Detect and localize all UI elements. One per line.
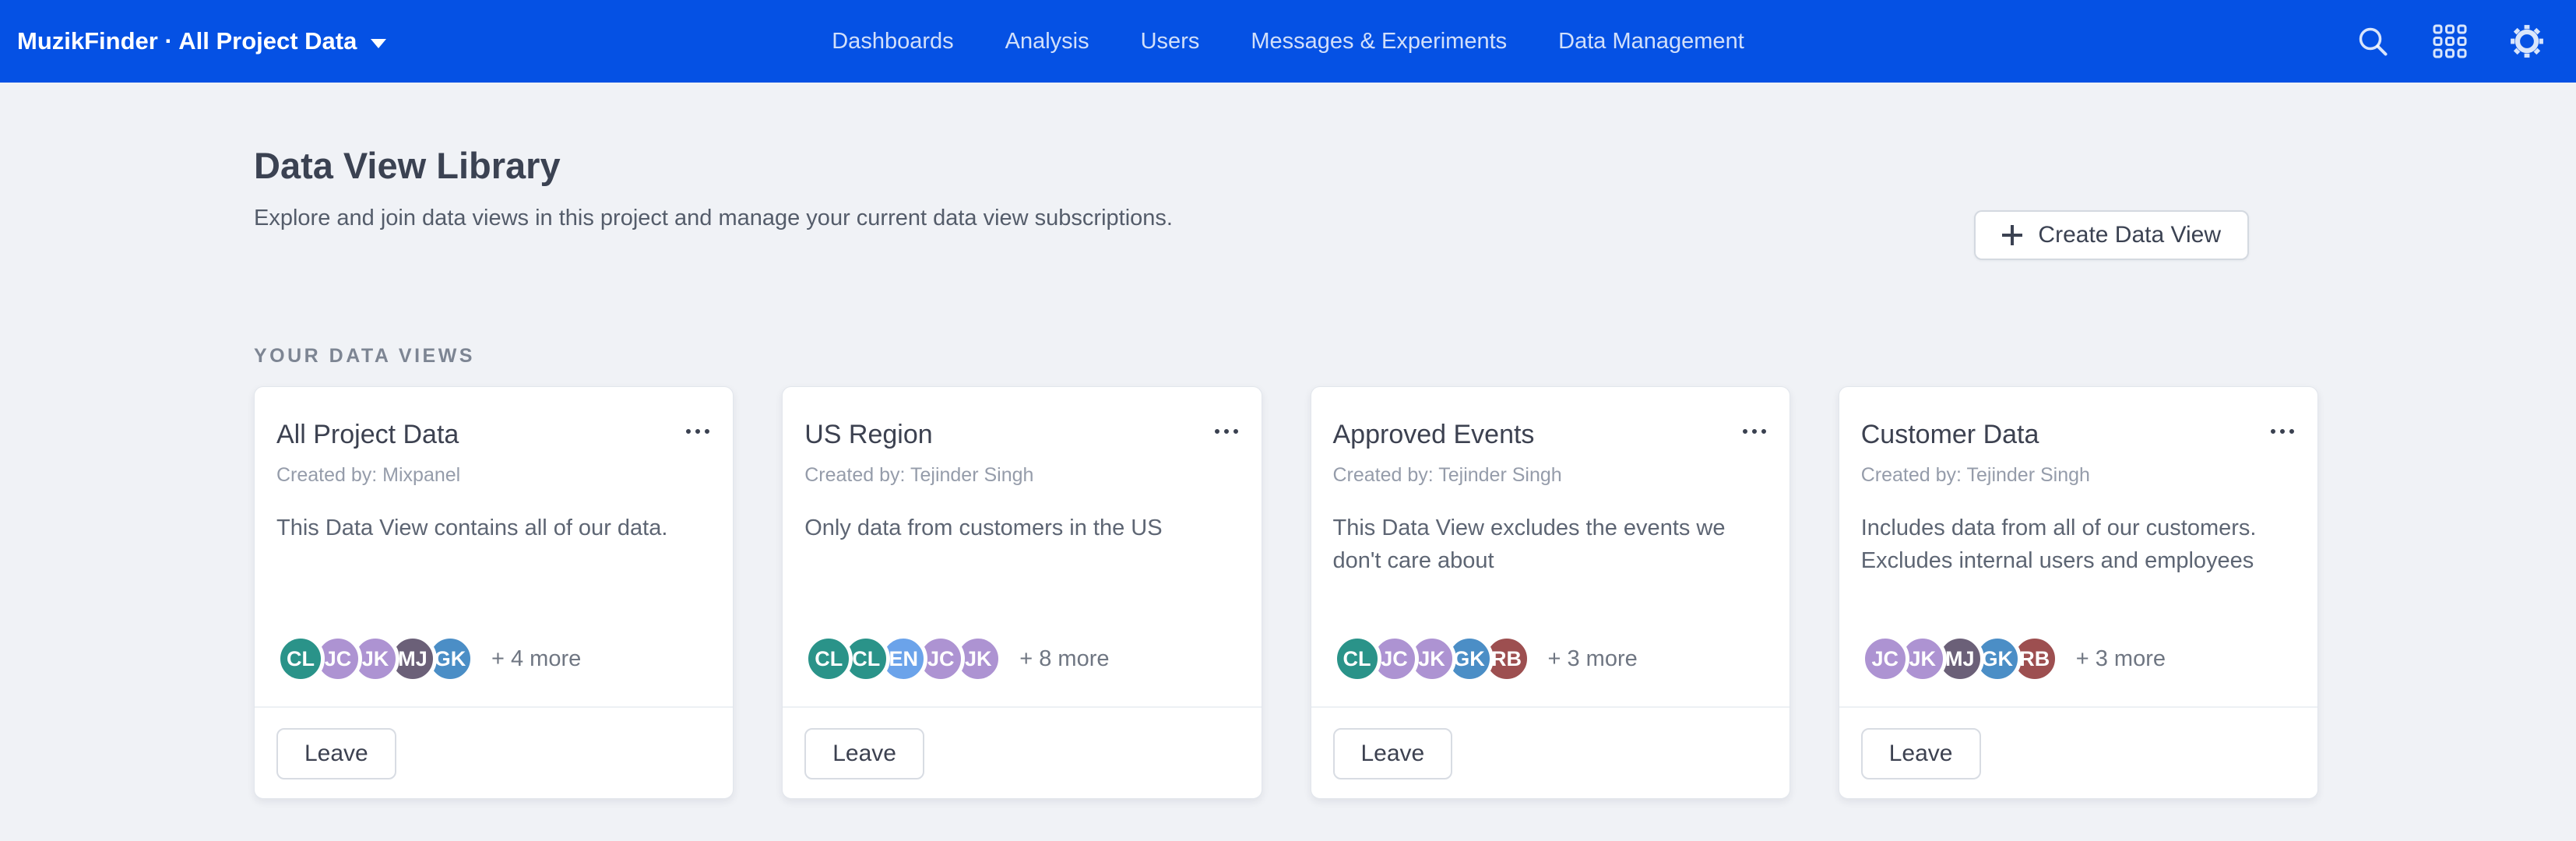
- card-description: This Data View contains all of our data.: [276, 512, 709, 544]
- card-header: Customer Data: [1861, 420, 2294, 450]
- avatar: CL: [1333, 635, 1381, 683]
- member-avatar-row: CL JC JK GK RB + 3 more: [1333, 635, 1766, 683]
- card-title: US Region: [804, 420, 932, 450]
- create-data-view-label: Create Data View: [2038, 222, 2221, 248]
- card-overflow-menu-icon[interactable]: [1743, 420, 1766, 434]
- data-view-card-all-project-data: All Project Data Created by: Mixpanel Th…: [254, 386, 734, 799]
- data-view-card-us-region: US Region Created by: Tejinder Singh Onl…: [782, 386, 1262, 799]
- more-members-label: + 8 more: [1019, 646, 1109, 672]
- settings-gear-icon[interactable]: [2509, 23, 2545, 59]
- more-members-label: + 4 more: [491, 646, 581, 672]
- more-members-label: + 3 more: [1548, 646, 1638, 672]
- apps-grid-icon[interactable]: [2433, 24, 2467, 58]
- chevron-down-icon: [371, 39, 386, 48]
- member-avatar-row: CL CL EN JC JK + 8 more: [804, 635, 1237, 683]
- card-header: US Region: [804, 420, 1237, 450]
- project-switcher[interactable]: MuzikFinder · All Project Data: [17, 27, 386, 55]
- data-view-card-approved-events: Approved Events Created by: Tejinder Sin…: [1311, 386, 1790, 799]
- data-view-library-page: Data View Library Explore and join data …: [254, 83, 2318, 799]
- card-description: This Data View excludes the events we do…: [1333, 512, 1766, 577]
- card-created-by: Created by: Tejinder Singh: [804, 464, 1237, 487]
- card-description: Only data from customers in the US: [804, 512, 1237, 544]
- nav-analysis[interactable]: Analysis: [1005, 29, 1089, 55]
- card-overflow-menu-icon[interactable]: [1215, 420, 1238, 434]
- nav-users[interactable]: Users: [1141, 29, 1200, 55]
- top-navigation-bar: MuzikFinder · All Project Data Dashboard…: [0, 0, 2576, 83]
- card-created-by: Created by: Tejinder Singh: [1333, 464, 1766, 487]
- nav-messages-experiments[interactable]: Messages & Experiments: [1251, 29, 1507, 55]
- project-switcher-label: MuzikFinder · All Project Data: [17, 27, 357, 55]
- nav-dashboards[interactable]: Dashboards: [832, 29, 953, 55]
- card-title: Customer Data: [1861, 420, 2039, 450]
- card-footer: Leave: [804, 708, 1237, 779]
- plus-icon: [2002, 225, 2022, 245]
- card-title: All Project Data: [276, 420, 459, 450]
- card-footer: Leave: [1333, 708, 1766, 779]
- avatar: CL: [276, 635, 325, 683]
- card-footer: Leave: [276, 708, 709, 779]
- nav-data-management[interactable]: Data Management: [1558, 29, 1744, 55]
- member-avatar-row: CL JC JK MJ GK + 4 more: [276, 635, 709, 683]
- card-created-by: Created by: Tejinder Singh: [1861, 464, 2294, 487]
- page-title: Data View Library: [254, 83, 2318, 187]
- data-view-card-grid: All Project Data Created by: Mixpanel Th…: [254, 386, 2318, 799]
- section-label-your-data-views: YOUR DATA VIEWS: [254, 345, 2318, 368]
- leave-button[interactable]: Leave: [804, 728, 924, 779]
- card-overflow-menu-icon[interactable]: [2271, 420, 2294, 434]
- card-header: Approved Events: [1333, 420, 1766, 450]
- main-nav: Dashboards Analysis Users Messages & Exp…: [832, 29, 1744, 55]
- create-data-view-button[interactable]: Create Data View: [1974, 210, 2249, 260]
- topbar-icon-group: [2355, 23, 2545, 59]
- leave-button[interactable]: Leave: [1333, 728, 1453, 779]
- search-icon[interactable]: [2355, 23, 2391, 59]
- leave-button[interactable]: Leave: [1861, 728, 1981, 779]
- card-header: All Project Data: [276, 420, 709, 450]
- card-overflow-menu-icon[interactable]: [686, 420, 709, 434]
- card-description: Includes data from all of our customers.…: [1861, 512, 2294, 577]
- avatar: CL: [804, 635, 853, 683]
- avatar: JC: [1861, 635, 1909, 683]
- data-view-card-customer-data: Customer Data Created by: Tejinder Singh…: [1839, 386, 2318, 799]
- more-members-label: + 3 more: [2076, 646, 2166, 672]
- card-footer: Leave: [1861, 708, 2294, 779]
- card-created-by: Created by: Mixpanel: [276, 464, 709, 487]
- card-title: Approved Events: [1333, 420, 1535, 450]
- leave-button[interactable]: Leave: [276, 728, 396, 779]
- member-avatar-row: JC JK MJ GK RB + 3 more: [1861, 635, 2294, 683]
